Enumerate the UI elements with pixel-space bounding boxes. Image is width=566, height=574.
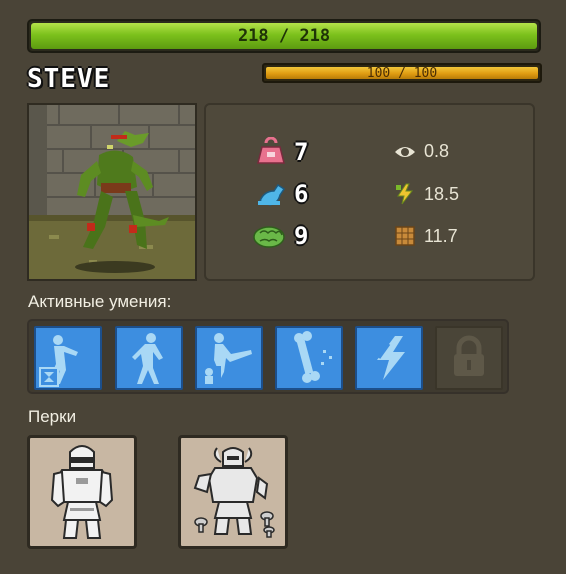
armor-stat: 11.7 [394, 225, 458, 247]
experience-text: 100 / 100 [366, 65, 438, 81]
energy-value: 18.5 [424, 183, 460, 204]
active-skills-label: Активные умения: [28, 292, 172, 311]
weight-icon [257, 137, 285, 164]
vision-stat: 0.8 [394, 141, 449, 162]
agility-icon [258, 183, 286, 206]
strength-stat: 7 [256, 137, 308, 167]
experience-bar: 100 / 100 [262, 63, 542, 83]
energy-stat: 18.5 [394, 183, 459, 205]
active-skills-bar [27, 319, 509, 394]
hero-portrait-image [29, 105, 195, 279]
health-bar: 218 / 218 [27, 19, 541, 53]
knight-armor-perk-icon [50, 445, 114, 539]
vision-value: 0.8 [424, 141, 450, 161]
agility-stat: 6 [256, 179, 308, 209]
lock-icon [454, 335, 484, 376]
perk-slot-1[interactable] [27, 435, 137, 549]
skill-slot-2[interactable] [115, 326, 183, 390]
punch-skill-icon [39, 335, 78, 387]
health-text: 218 / 218 [237, 26, 331, 46]
horned-warrior-perk-icon [193, 447, 275, 538]
armor-value: 11.7 [424, 225, 458, 246]
strength-value: 7 [294, 138, 309, 166]
kick-skill-icon [201, 333, 252, 386]
bone-skill-icon [294, 331, 332, 383]
hero-name: STEVE [27, 64, 111, 94]
armor-icon [395, 226, 415, 246]
lightning-skill-icon [377, 336, 405, 380]
lightning-icon [396, 183, 414, 205]
skill-slot-1[interactable] [34, 326, 102, 390]
intelligence-stat: 9 [252, 221, 308, 251]
skill-slot-locked [435, 326, 503, 390]
perks-label: Перки [28, 407, 77, 426]
hero-portrait [27, 103, 197, 281]
perk-slot-2[interactable] [178, 435, 288, 549]
intelligence-icon [253, 226, 285, 248]
stance-skill-icon [132, 333, 163, 384]
skill-slot-3[interactable] [195, 326, 263, 390]
intelligence-value: 9 [294, 222, 309, 250]
eye-icon [395, 146, 415, 157]
skill-slot-4[interactable] [275, 326, 343, 390]
agility-value: 6 [294, 180, 309, 208]
skill-slot-5[interactable] [355, 326, 423, 390]
stats-panel: 7 6 9 0.8 18.5 11.7 [204, 103, 535, 281]
